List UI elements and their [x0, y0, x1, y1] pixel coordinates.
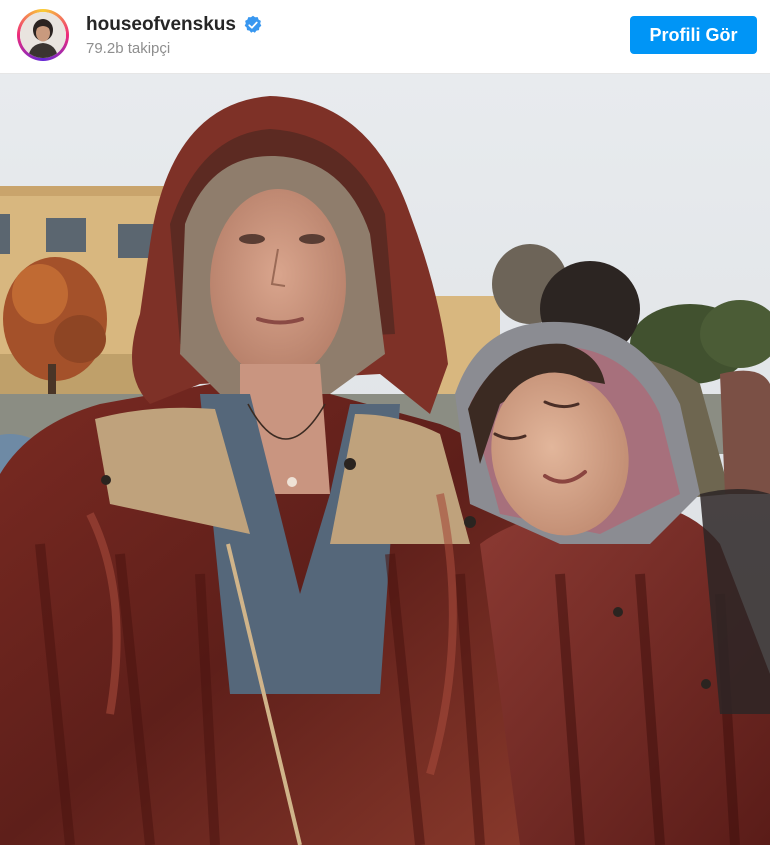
post-header: houseofvenskus 79.2b takipçi Profili Gör [0, 0, 770, 74]
verified-badge-icon [244, 15, 262, 33]
view-profile-button[interactable]: Profili Gör [630, 16, 757, 54]
instagram-embed: houseofvenskus 79.2b takipçi Profili Gör [0, 0, 770, 845]
username-row: houseofvenskus [86, 14, 263, 36]
follower-count: 79.2b takipçi [86, 40, 171, 57]
username-link[interactable]: houseofvenskus [86, 14, 236, 36]
avatar[interactable] [17, 9, 69, 61]
post-photo[interactable] [0, 74, 770, 845]
avatar-image [20, 12, 66, 58]
